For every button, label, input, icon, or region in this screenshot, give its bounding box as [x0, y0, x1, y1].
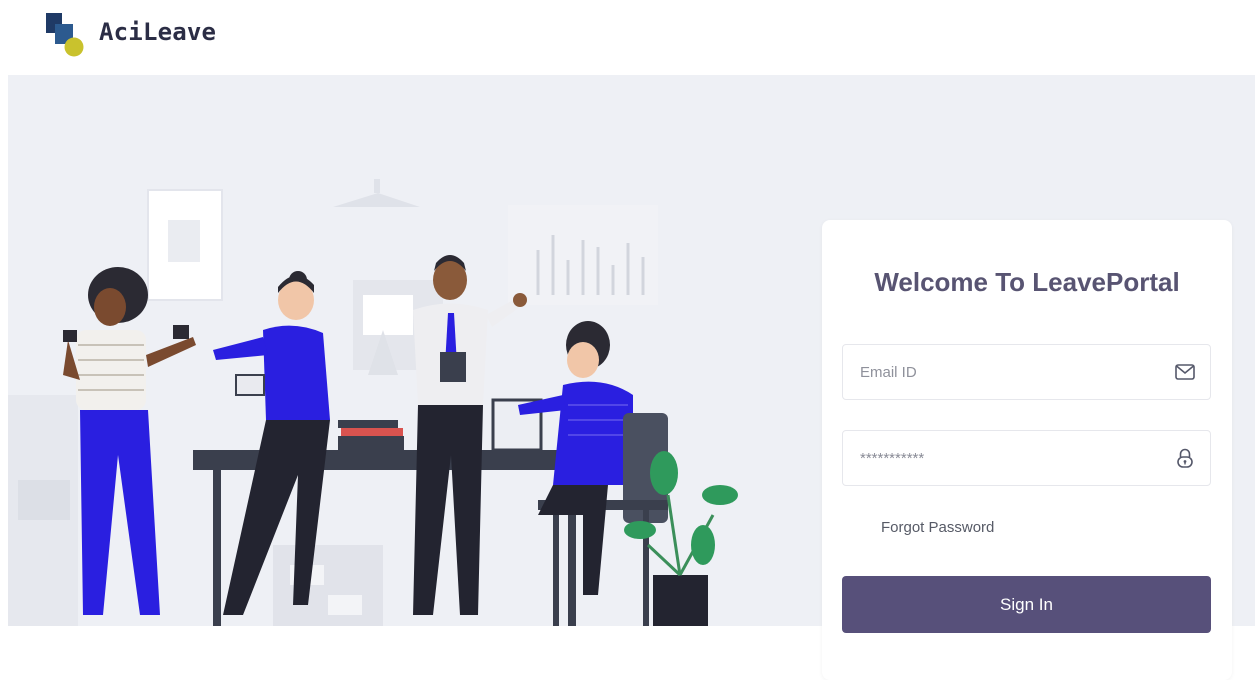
login-card: Welcome To LeavePortal Forgot Password S…	[822, 220, 1232, 680]
email-field[interactable]	[842, 344, 1211, 400]
welcome-title: Welcome To LeavePortal	[874, 267, 1180, 297]
lock-icon	[1177, 448, 1193, 468]
login-page: Welcome To LeavePortal Forgot Password S…	[8, 75, 1255, 680]
app-header: AciLeave	[0, 0, 1255, 75]
forgot-password-link[interactable]: Forgot Password	[881, 519, 994, 536]
brand-name[interactable]: AciLeave	[99, 18, 216, 46]
envelope-icon	[1175, 364, 1195, 380]
password-input[interactable]	[843, 431, 1163, 485]
acileave-logo-icon[interactable]	[45, 12, 89, 58]
team-collaboration-illustration	[8, 179, 738, 626]
password-field[interactable]	[842, 430, 1211, 486]
sign-in-button[interactable]: Sign In	[842, 576, 1211, 633]
email-input[interactable]	[843, 345, 1163, 399]
